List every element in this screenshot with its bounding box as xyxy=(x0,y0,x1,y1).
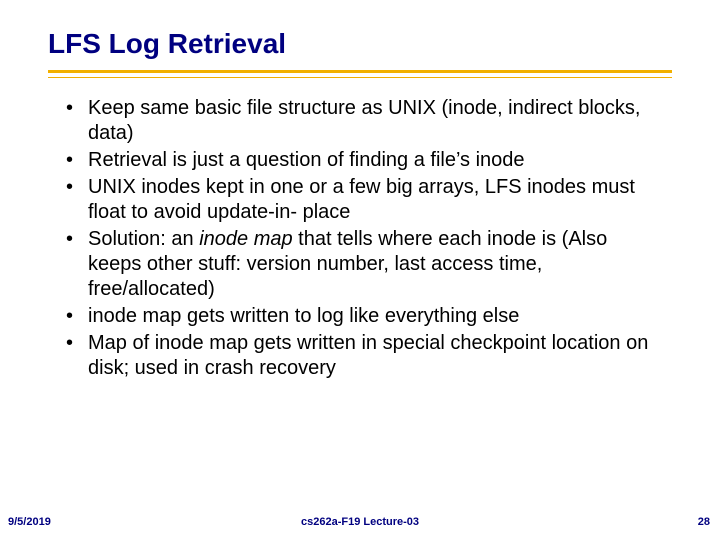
bullet-item: Keep same basic file structure as UNIX (… xyxy=(62,96,662,146)
title-underline-thin xyxy=(48,77,672,78)
bullet-text-em: inode map xyxy=(199,228,292,250)
bullet-list: Keep same basic file structure as UNIX (… xyxy=(62,96,662,381)
bullet-text: Solution: an xyxy=(88,228,199,250)
footer-center: cs262a-F19 Lecture-03 xyxy=(0,516,720,528)
slide: LFS Log Retrieval Keep same basic file s… xyxy=(0,0,720,540)
footer-page: 28 xyxy=(698,516,710,528)
slide-body: Keep same basic file structure as UNIX (… xyxy=(62,96,662,383)
bullet-item: UNIX inodes kept in one or a few big arr… xyxy=(62,175,662,225)
bullet-text: inode map gets written to log like every… xyxy=(88,305,519,327)
slide-title: LFS Log Retrieval xyxy=(48,28,286,60)
bullet-item: inode map gets written to log like every… xyxy=(62,304,662,329)
bullet-item: Retrieval is just a question of finding … xyxy=(62,148,662,173)
bullet-item: Map of inode map gets written in special… xyxy=(62,331,662,381)
title-underline-thick xyxy=(48,70,672,73)
bullet-text: Retrieval is just a question of finding … xyxy=(88,149,525,171)
bullet-text: UNIX inodes kept in one or a few big arr… xyxy=(88,176,635,223)
bullet-item: Solution: an inode map that tells where … xyxy=(62,227,662,302)
bullet-text: Keep same basic file structure as UNIX (… xyxy=(88,97,640,144)
bullet-text: Map of inode map gets written in special… xyxy=(88,332,648,379)
